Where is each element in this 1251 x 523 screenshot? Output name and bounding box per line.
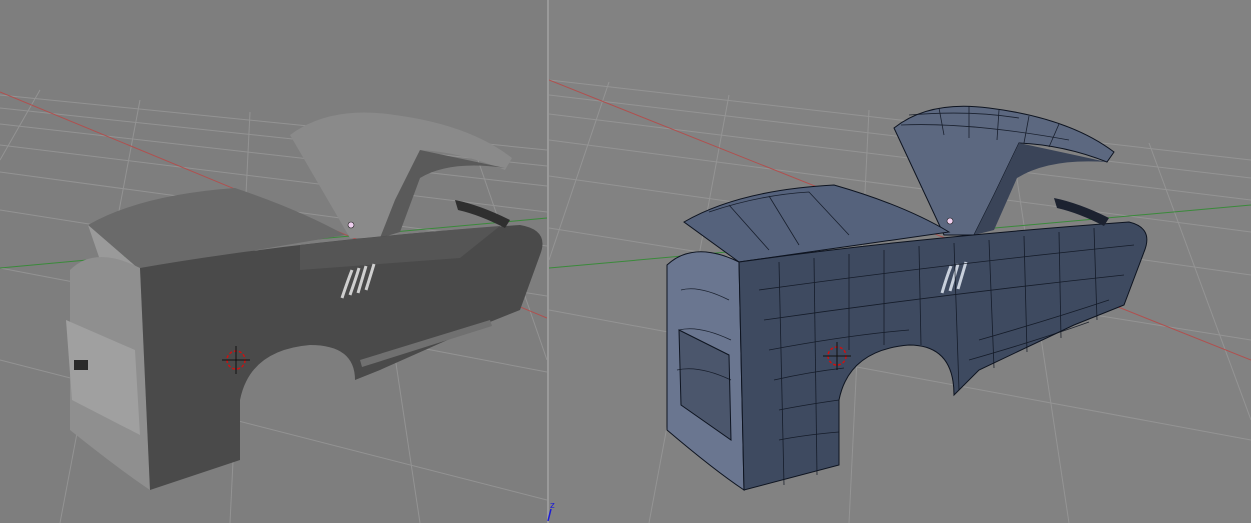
scene-wireframe <box>549 79 1251 523</box>
object-origin <box>347 221 355 229</box>
z-axis-gizmo[interactable]: z <box>547 502 555 521</box>
viewport-solid[interactable] <box>0 0 547 523</box>
car-body-solid <box>66 112 543 490</box>
car-body-wireframe <box>666 105 1148 491</box>
scene-solid <box>0 89 547 523</box>
object-origin <box>946 217 954 225</box>
z-axis-icon <box>547 509 552 521</box>
viewport-wireframe[interactable] <box>549 0 1251 523</box>
